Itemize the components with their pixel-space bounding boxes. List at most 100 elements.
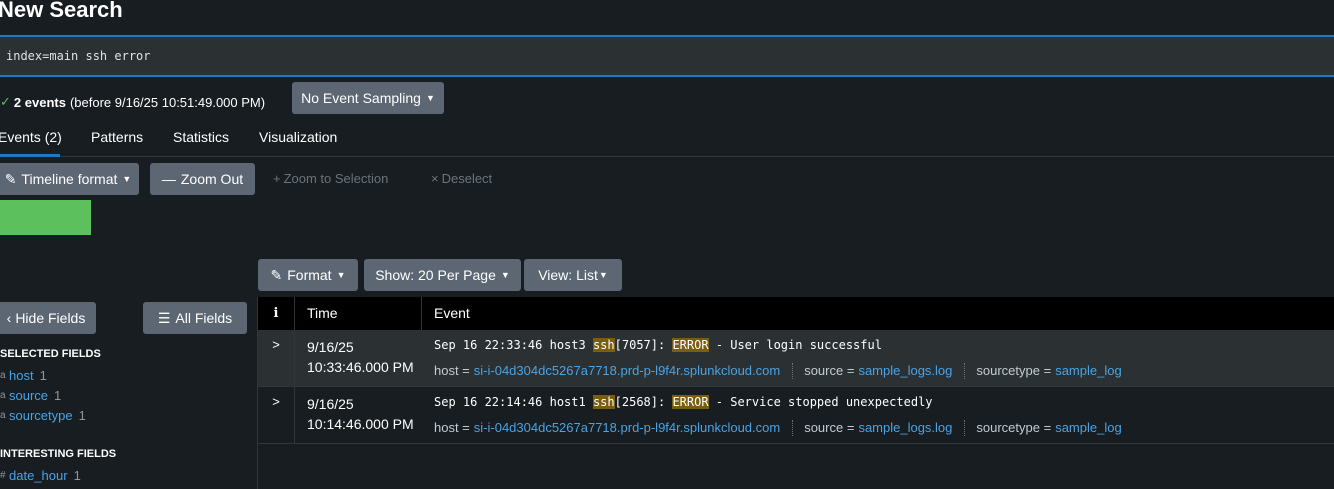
search-term-highlight[interactable]: ssh xyxy=(592,338,615,352)
field-date-hour[interactable]: # date_hour 1 xyxy=(0,468,81,483)
view-label: View: List xyxy=(538,267,598,283)
field-count: 1 xyxy=(78,408,86,423)
event-sampling-dropdown[interactable]: No Event Sampling ▼ xyxy=(292,82,444,114)
x-icon: × xyxy=(431,171,439,186)
tab-statistics[interactable]: Statistics xyxy=(173,118,229,157)
event-time[interactable]: 9/16/25 10:33:46.000 PM xyxy=(307,337,414,377)
view-dropdown[interactable]: View: List ▼ xyxy=(524,259,622,291)
source-value-link[interactable]: sample_logs.log xyxy=(858,363,952,379)
source-value-link[interactable]: sample_logs.log xyxy=(858,420,952,436)
raw-text: - User login successful xyxy=(708,338,882,352)
event-sampling-label: No Event Sampling xyxy=(301,90,421,106)
timeline-format-button[interactable]: ✎ Timeline format ▼ xyxy=(0,163,139,195)
format-button[interactable]: ✎ Format ▼ xyxy=(258,259,358,291)
caret-down-icon: ▼ xyxy=(500,270,510,280)
event-date: 9/16/25 xyxy=(307,339,354,355)
deselect-button[interactable]: × Deselect xyxy=(431,171,492,186)
caret-down-icon: ▼ xyxy=(598,270,608,280)
event-count: 2 events xyxy=(13,94,66,110)
tabs: Events (2) Patterns Statistics Visualiza… xyxy=(0,118,1334,157)
caret-down-icon: ▼ xyxy=(336,270,346,280)
hide-fields-label: Hide Fields xyxy=(15,310,86,326)
raw-text: [7057]: xyxy=(614,338,673,352)
zoom-to-selection-label: Zoom to Selection xyxy=(283,171,389,186)
meta-key: host = xyxy=(434,420,470,435)
fields-sidebar: ‹ Hide Fields ☰ All Fields SELECTED FIEL… xyxy=(0,297,258,489)
table-header: i Time Event xyxy=(258,297,1334,330)
before-text: (before 9/16/25 10:51:49.000 PM) xyxy=(69,94,266,110)
search-term-highlight[interactable]: ERROR xyxy=(672,395,709,409)
selected-fields-title: SELECTED FIELDS xyxy=(0,348,101,360)
meta-key: source = xyxy=(804,363,855,378)
event-date: 9/16/25 xyxy=(307,396,354,412)
timeline-format-label: Timeline format xyxy=(21,171,118,187)
raw-text: - Service stopped unexpectedly xyxy=(708,395,933,409)
caret-down-icon: ▼ xyxy=(425,93,435,103)
minus-icon: — xyxy=(161,171,176,187)
tab-patterns[interactable]: Patterns xyxy=(91,118,143,157)
sourcetype-value-link[interactable]: sample_log xyxy=(1055,420,1122,436)
hide-fields-button[interactable]: ‹ Hide Fields xyxy=(0,302,96,334)
time-column-header[interactable]: Time xyxy=(295,297,422,330)
raw-text: [2568]: xyxy=(614,395,673,409)
field-host[interactable]: a host 1 xyxy=(0,368,47,383)
chevron-left-icon: ‹ xyxy=(6,310,12,326)
pencil-icon: ✎ xyxy=(4,170,17,187)
field-name[interactable]: source xyxy=(9,388,48,403)
deselect-label: Deselect xyxy=(441,171,493,186)
status-row: ✓ 2 events (before 9/16/25 10:51:49.000 … xyxy=(0,90,265,114)
interesting-fields-title: INTERESTING FIELDS xyxy=(0,448,117,460)
all-fields-label: All Fields xyxy=(175,310,233,326)
caret-down-icon: ▼ xyxy=(122,174,132,184)
string-type-icon: a xyxy=(0,370,6,381)
search-input[interactable] xyxy=(0,37,1334,75)
event-meta: host = si-i-04d304dc5267a7718.prd-p-l9f4… xyxy=(434,420,1122,436)
tab-visualization[interactable]: Visualization xyxy=(259,118,337,157)
event-raw: Sep 16 22:14:46 host1 ssh[2568]: ERROR -… xyxy=(434,395,933,409)
check-icon: ✓ xyxy=(0,94,11,109)
divider xyxy=(964,420,966,436)
number-type-icon: # xyxy=(0,470,6,481)
table-row: > 9/16/25 10:14:46.000 PM Sep 16 22:14:4… xyxy=(258,387,1334,444)
host-value-link[interactable]: si-i-04d304dc5267a7718.prd-p-l9f4r.splun… xyxy=(474,363,780,379)
chevron-right-icon[interactable]: > xyxy=(258,330,295,386)
sourcetype-value-link[interactable]: sample_log xyxy=(1055,363,1122,379)
plus-icon: + xyxy=(273,171,281,186)
event-clock: 10:33:46.000 PM xyxy=(307,359,414,375)
per-page-dropdown[interactable]: Show: 20 Per Page ▼ xyxy=(364,259,521,291)
event-clock: 10:14:46.000 PM xyxy=(307,416,414,432)
event-time[interactable]: 9/16/25 10:14:46.000 PM xyxy=(307,394,414,434)
tab-events[interactable]: Events (2) xyxy=(0,118,62,157)
all-fields-button[interactable]: ☰ All Fields xyxy=(143,302,247,334)
event-column-header: Event xyxy=(434,305,470,321)
field-name[interactable]: host xyxy=(9,368,34,383)
raw-text: Sep 16 22:33:46 host3 xyxy=(434,338,593,352)
list-icon: ☰ xyxy=(157,309,171,326)
search-bar[interactable] xyxy=(0,35,1334,77)
field-name[interactable]: sourcetype xyxy=(9,408,73,423)
search-term-highlight[interactable]: ssh xyxy=(592,395,615,409)
field-source[interactable]: a source 1 xyxy=(0,388,61,403)
field-count: 1 xyxy=(73,468,81,483)
field-count: 1 xyxy=(39,368,47,383)
zoom-out-label: Zoom Out xyxy=(180,171,244,187)
timeline-bar[interactable] xyxy=(0,200,91,235)
divider xyxy=(792,420,794,436)
event-meta: host = si-i-04d304dc5267a7718.prd-p-l9f4… xyxy=(434,363,1122,379)
meta-key: source = xyxy=(804,420,855,435)
zoom-to-selection-button[interactable]: + Zoom to Selection xyxy=(273,171,388,186)
meta-key: sourcetype = xyxy=(976,420,1052,435)
chevron-right-icon[interactable]: > xyxy=(258,387,295,443)
page-title: New Search xyxy=(0,0,123,22)
zoom-out-button[interactable]: — Zoom Out xyxy=(150,163,255,195)
meta-key: host = xyxy=(434,363,470,378)
string-type-icon: a xyxy=(0,410,6,421)
field-sourcetype[interactable]: a sourcetype 1 xyxy=(0,408,86,423)
raw-text: Sep 16 22:14:46 host1 xyxy=(434,395,593,409)
meta-key: sourcetype = xyxy=(976,363,1052,378)
event-raw: Sep 16 22:33:46 host3 ssh[7057]: ERROR -… xyxy=(434,338,882,352)
search-term-highlight[interactable]: ERROR xyxy=(672,338,709,352)
host-value-link[interactable]: si-i-04d304dc5267a7718.prd-p-l9f4r.splun… xyxy=(474,420,780,436)
per-page-label: Show: 20 Per Page xyxy=(375,267,496,283)
field-name[interactable]: date_hour xyxy=(9,468,68,483)
